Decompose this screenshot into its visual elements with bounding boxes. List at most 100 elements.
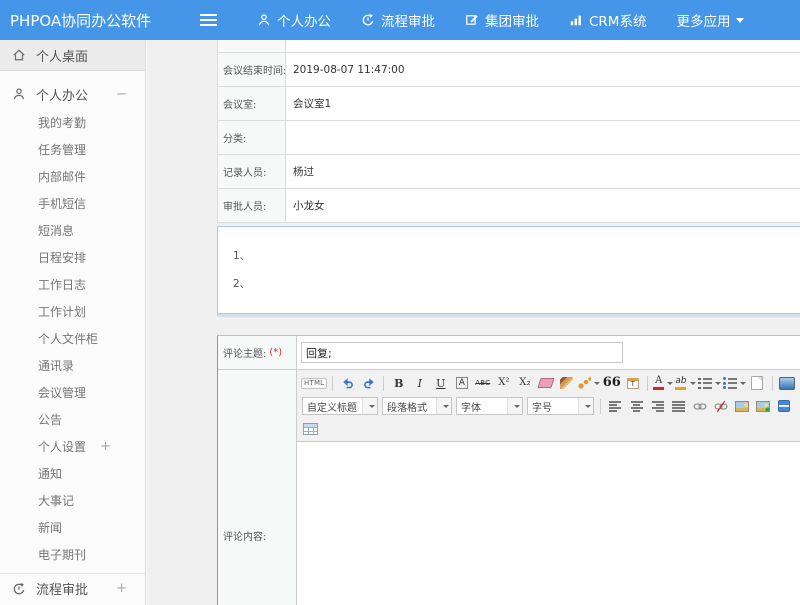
- sidebar-item-mobile-sms[interactable]: 手机短信: [0, 190, 145, 217]
- sidebar-item-e-journal[interactable]: 电子期刊: [0, 541, 145, 568]
- collapse-icon[interactable]: −: [116, 87, 127, 102]
- editor-content-area[interactable]: [297, 442, 800, 605]
- font-family-select[interactable]: 字体: [456, 397, 523, 415]
- sidebar-item-personal-settings[interactable]: 个人设置 +: [0, 433, 145, 460]
- select-label: 自定义标题: [303, 399, 362, 414]
- link-button[interactable]: [690, 397, 709, 415]
- sidebar: 个人桌面个人办公−我的考勤任务管理内部邮件手机短信短消息日程安排工作日志工作计划…: [0, 40, 146, 605]
- button-glyph: B: [394, 378, 403, 389]
- align-right-button[interactable]: [648, 397, 667, 415]
- table-row-meeting-room: 会议室:会议室1: [217, 87, 800, 121]
- sidebar-item-label: 手机短信: [38, 195, 86, 212]
- align-justify-button[interactable]: [669, 397, 688, 415]
- highlight-button[interactable]: ab: [675, 374, 695, 392]
- html-source-button[interactable]: HTML: [301, 374, 327, 392]
- sidebar-item-announcement[interactable]: 公告: [0, 406, 145, 433]
- button-glyph: ab: [675, 377, 686, 386]
- sidebar-item-personal-office[interactable]: 个人办公−: [0, 79, 145, 109]
- sidebar-item-label: 个人设置: [38, 438, 86, 455]
- nav-personal-office[interactable]: 个人办公: [257, 10, 331, 30]
- sidebar-item-personal-file-cabinet[interactable]: 个人文件柜: [0, 325, 145, 352]
- italic-button[interactable]: I: [410, 374, 429, 392]
- superscript-button[interactable]: X²: [494, 374, 513, 392]
- button-glyph: X²: [498, 378, 509, 388]
- sidebar-item-contacts[interactable]: 通讯录: [0, 352, 145, 379]
- sidebar-item-news[interactable]: 新闻: [0, 514, 145, 541]
- new-document-button[interactable]: [748, 374, 767, 392]
- font-style-button[interactable]: A: [452, 374, 471, 392]
- dropdown-arrow: [507, 398, 522, 414]
- button-glyph: HTML: [301, 378, 327, 389]
- sidebar-item-label: 任务管理: [38, 141, 86, 158]
- menu-button[interactable]: [200, 14, 217, 26]
- bold-button[interactable]: B: [389, 374, 408, 392]
- media-button[interactable]: [774, 397, 793, 415]
- sidebar-item-short-message[interactable]: 短消息: [0, 217, 145, 244]
- sidebar-item-internal-mail[interactable]: 内部邮件: [0, 163, 145, 190]
- sidebar-item-schedule[interactable]: 日程安排: [0, 244, 145, 271]
- unlink-button[interactable]: [711, 397, 730, 415]
- blockquote-button[interactable]: 66: [602, 374, 621, 392]
- sidebar-item-notification[interactable]: 通知: [0, 460, 145, 487]
- sidebar-item-work-plan[interactable]: 工作计划: [0, 298, 145, 325]
- nav-group-approval[interactable]: 集团审批: [465, 10, 539, 30]
- subscript-button[interactable]: X₂: [515, 374, 534, 392]
- image-button[interactable]: [732, 397, 751, 415]
- undo-icon: [341, 376, 355, 390]
- toolbar-separator: [332, 376, 333, 391]
- sidebar-item-work-log[interactable]: 工作日志: [0, 271, 145, 298]
- heading-select[interactable]: 自定义标题: [302, 397, 378, 415]
- field-label-text: 会议结束时间:: [223, 62, 286, 77]
- paragraph-format-select[interactable]: 段落格式: [382, 397, 452, 415]
- table-row-approver: 审批人员:小龙女: [217, 189, 800, 223]
- align-left-button[interactable]: [606, 397, 625, 415]
- table-row-recorder: 记录人员:杨过: [217, 155, 800, 189]
- nav-workflow-approval[interactable]: 流程审批: [361, 10, 435, 30]
- comment-subject-label: 评论主题: (*): [218, 336, 297, 369]
- meeting-form: 会议结束时间:2019-08-07 11:47:00会议室:会议室1分类:记录人…: [217, 40, 800, 223]
- sidebar-item-meeting-management[interactable]: 会议管理: [0, 379, 145, 406]
- expand-icon[interactable]: +: [116, 581, 127, 596]
- align-center-icon: [630, 401, 643, 412]
- undo-button[interactable]: [338, 374, 357, 392]
- unordered-list-button[interactable]: [723, 374, 746, 392]
- person-icon: [12, 87, 28, 101]
- preview-button[interactable]: [778, 374, 797, 392]
- field-label-text: 审批人员:: [223, 198, 266, 213]
- paste-text-icon: T: [627, 378, 639, 389]
- sidebar-item-task-management[interactable]: 任务管理: [0, 136, 145, 163]
- insert-image-button[interactable]: [753, 397, 772, 415]
- nav-label: 集团审批: [485, 10, 539, 30]
- ordered-list-button[interactable]: [698, 374, 721, 392]
- field-value: [286, 40, 800, 52]
- sidebar-item-label: 短消息: [38, 222, 74, 239]
- strikethrough-button[interactable]: ABC: [473, 374, 492, 392]
- quick-format-button[interactable]: [578, 374, 600, 392]
- sidebar-item-memorabilia[interactable]: 大事记: [0, 487, 145, 514]
- sidebar-item-workflow-approval[interactable]: 流程审批+: [0, 573, 145, 603]
- align-justify-icon: [672, 401, 685, 412]
- nav-more-apps[interactable]: 更多应用: [676, 10, 744, 30]
- paste-as-text-button[interactable]: T: [623, 374, 642, 392]
- eraser-button[interactable]: [536, 374, 555, 392]
- nav-crm-system[interactable]: CRM系统: [569, 10, 646, 30]
- sidebar-item-my-attendance[interactable]: 我的考勤: [0, 109, 145, 136]
- format-brush-button[interactable]: [557, 374, 576, 392]
- table-button[interactable]: [301, 420, 320, 438]
- comment-subject-cell: [297, 336, 800, 369]
- sidebar-item-label: 电子期刊: [38, 546, 86, 563]
- nav-label: 流程审批: [381, 10, 435, 30]
- redo-button[interactable]: [359, 374, 378, 392]
- sidebar-item-personal-desktop[interactable]: 个人桌面: [0, 40, 145, 71]
- underline-button[interactable]: U: [431, 374, 450, 392]
- font-color-button[interactable]: A: [653, 374, 673, 392]
- expand-icon[interactable]: +: [100, 439, 111, 454]
- eraser-icon: [537, 378, 554, 388]
- align-center-button[interactable]: [627, 397, 646, 415]
- font-size-select[interactable]: 字号: [527, 397, 594, 415]
- minutes-line: 1、: [233, 242, 800, 270]
- caret-down-icon: [594, 382, 600, 388]
- button-glyph: ABC: [475, 380, 490, 387]
- field-label: 记录人员:: [218, 155, 286, 188]
- comment-subject-input[interactable]: [301, 342, 623, 363]
